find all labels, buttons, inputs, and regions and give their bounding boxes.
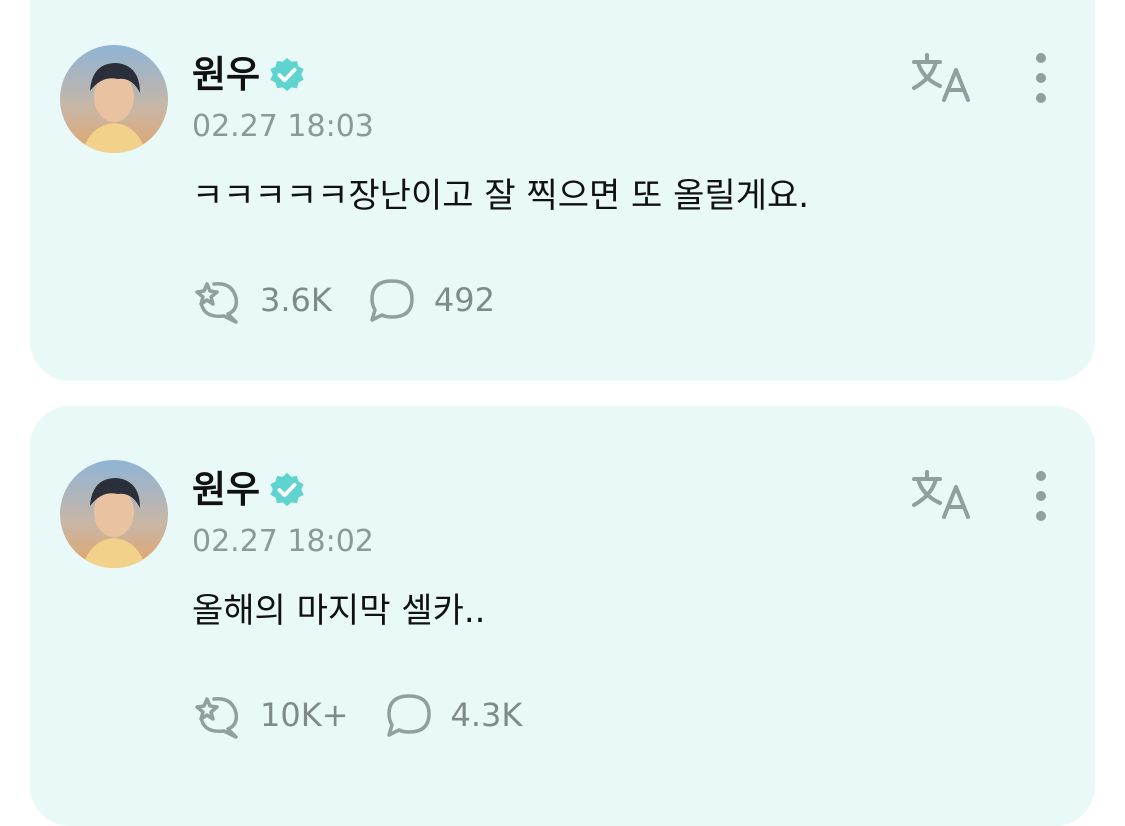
action-bar: 10K+ 4.3K [192,690,556,740]
verified-badge-icon [270,57,304,92]
post-timestamp: 02.27 18:03 [192,109,374,144]
post-card[interactable]: 원우 02.27 18:03 ㅋㅋㅋㅋㅋ장난이고 잘 찍으면 또 올릴게요. 3… [30,0,1095,381]
translate-icon[interactable] [910,467,974,521]
author-name[interactable]: 원우 [192,465,260,515]
comment-count: 492 [433,281,495,319]
post-text: 올해의 마지막 셀카.. [192,591,486,631]
comment-button[interactable]: 4.3K [383,690,523,740]
translate-icon[interactable] [910,50,974,104]
like-button[interactable]: 10K+ [192,690,349,740]
like-count: 3.6K [260,281,332,319]
like-count: 10K+ [260,696,349,734]
sparkle-bubble-icon [195,282,239,324]
avatar[interactable] [60,45,168,153]
comment-count: 4.3K [450,696,523,734]
author-row: 원우 [192,50,306,100]
avatar[interactable] [60,460,168,568]
sparkle-bubble-icon [195,697,239,739]
comment-bubble-icon [386,694,431,737]
more-vertical-icon[interactable] [1026,466,1056,526]
post-card[interactable]: 원우 02.27 18:02 올해의 마지막 셀카.. 10K+ 4.3K [30,406,1095,826]
action-bar: 3.6K 492 [192,275,529,325]
author-name[interactable]: 원우 [192,50,260,100]
post-timestamp: 02.27 18:02 [192,524,374,559]
verified-badge-icon [270,472,304,507]
post-text: ㅋㅋㅋㅋㅋ장난이고 잘 찍으면 또 올릴게요. [192,176,810,216]
like-button[interactable]: 3.6K [192,275,332,325]
comment-button[interactable]: 492 [366,275,495,325]
author-row: 원우 [192,465,306,515]
more-vertical-icon[interactable] [1026,48,1056,108]
comment-bubble-icon [370,279,414,322]
